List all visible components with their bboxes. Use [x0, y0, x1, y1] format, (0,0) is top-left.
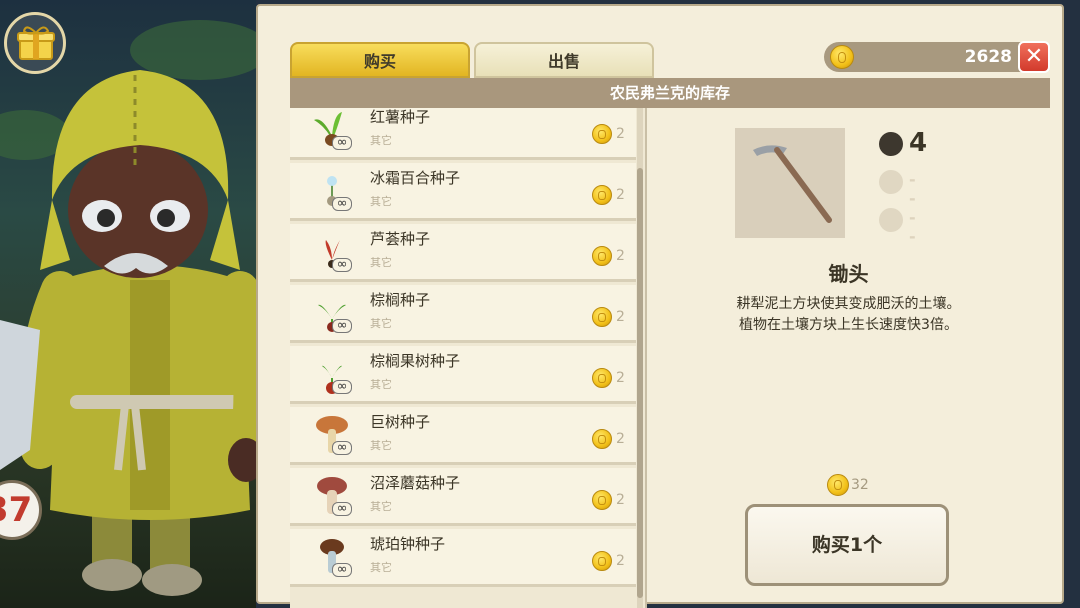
infinite-stock-icon: ∞ [332, 197, 352, 211]
item-price: 2 [616, 187, 625, 203]
tier-value: -- [909, 170, 916, 208]
hoe-icon [753, 145, 832, 223]
item-title: 锄头 [828, 262, 869, 286]
item-price: 2 [616, 248, 625, 264]
hoe-image [735, 128, 845, 238]
tab-buy[interactable]: 购买 [290, 42, 470, 78]
list-item[interactable]: ∞ 棕榈种子 其它 2 [290, 285, 636, 343]
item-name: 棕榈果树种子 [370, 352, 461, 370]
gift-button[interactable] [4, 12, 66, 74]
coin-icon [827, 474, 849, 496]
item-name: 沼泽蘑菇种子 [370, 474, 461, 492]
item-category: 其它 [370, 195, 392, 208]
shop-title: 农民弗兰克的库存 [290, 78, 1050, 108]
pickaxe-tier-icon [879, 132, 903, 156]
item-price: 2 [616, 553, 625, 569]
infinite-stock-icon: ∞ [332, 258, 352, 272]
item-name: 棕榈种子 [370, 291, 431, 309]
list-item[interactable]: ∞ 冰霜百合种子 其它 2 [290, 163, 636, 221]
item-category: 其它 [370, 256, 392, 269]
item-list[interactable]: ∞ 红薯种子 其它 2 ∞ 冰霜百合种子 其它 2 ∞ 芦荟种子 其它 2 ∞ … [290, 108, 647, 608]
list-item[interactable]: ∞ 琥珀钟种子 其它 2 [290, 529, 636, 587]
coin-icon [592, 551, 612, 571]
close-button[interactable]: ✕ [1018, 41, 1050, 73]
coin-icon [592, 368, 612, 388]
coin-icon [592, 429, 612, 449]
empty-tier-icon [879, 208, 903, 232]
item-description: 耕犁泥土方块使其变成肥沃的土壤。 植物在土壤方块上生长速度快3倍。 [647, 294, 1050, 336]
item-category: 其它 [370, 439, 392, 452]
item-price: 2 [616, 370, 625, 386]
item-category: 其它 [370, 317, 392, 330]
item-name: 红薯种子 [370, 108, 431, 126]
gift-icon [17, 26, 55, 60]
infinite-stock-icon: ∞ [332, 441, 352, 455]
tab-sell[interactable]: 出售 [474, 42, 654, 78]
item-name: 巨树种子 [370, 413, 431, 431]
item-price: 2 [616, 309, 625, 325]
item-name: 琥珀钟种子 [370, 535, 446, 553]
item-detail: 4 -- -- 锄头 耕犁泥土方块使其变成肥沃的土壤。 植物在土壤方块上生长速度… [647, 108, 1050, 586]
infinite-stock-icon: ∞ [332, 136, 352, 150]
item-name: 芦荟种子 [370, 230, 431, 248]
list-item[interactable]: ∞ 巨树种子 其它 2 [290, 407, 636, 465]
infinite-stock-icon: ∞ [332, 563, 352, 577]
game-scene: 37 [0, 0, 256, 608]
coin-icon [592, 124, 612, 144]
cost-value: 32 [851, 477, 869, 493]
tier-value: -- [909, 208, 916, 246]
item-price: 2 [616, 431, 625, 447]
coin-icon [592, 185, 612, 205]
item-category: 其它 [370, 378, 392, 391]
coin-icon [592, 246, 612, 266]
coin-icon [592, 307, 612, 327]
item-name: 冰霜百合种子 [370, 169, 461, 187]
item-price: 2 [616, 126, 625, 142]
item-category: 其它 [370, 134, 392, 147]
description-line: 植物在土壤方块上生长速度快3倍。 [739, 317, 958, 333]
currency-amount: 2628 [964, 47, 1012, 67]
list-scrollbar[interactable] [637, 108, 643, 608]
coin-icon [830, 45, 854, 69]
infinite-stock-icon: ∞ [332, 380, 352, 394]
list-item[interactable]: ∞ 沼泽蘑菇种子 其它 2 [290, 468, 636, 526]
infinite-stock-icon: ∞ [332, 319, 352, 333]
item-category: 其它 [370, 561, 392, 574]
empty-tier-icon [879, 170, 903, 194]
infinite-stock-icon: ∞ [332, 502, 352, 516]
list-item[interactable]: ∞ 棕榈果树种子 其它 2 [290, 346, 636, 404]
item-category: 其它 [370, 500, 392, 513]
list-item[interactable]: ∞ 红薯种子 其它 2 [290, 108, 636, 160]
tier-value: 4 [909, 128, 928, 158]
list-item[interactable]: ∞ 芦荟种子 其它 2 [290, 224, 636, 282]
currency-display: 2628 [824, 42, 1046, 72]
scroll-thumb[interactable] [637, 168, 643, 598]
item-price: 2 [616, 492, 625, 508]
shop-panel: 购买 出售 2628 ✕ 农民弗兰克的库存 ∞ 红薯种子 其它 2 ∞ 冰霜百合… [256, 4, 1064, 608]
buy-one-button[interactable]: 购买1个 [745, 504, 949, 586]
coin-icon [592, 490, 612, 510]
description-line: 耕犁泥土方块使其变成肥沃的土壤。 [736, 296, 961, 312]
close-icon: ✕ [1024, 44, 1044, 69]
